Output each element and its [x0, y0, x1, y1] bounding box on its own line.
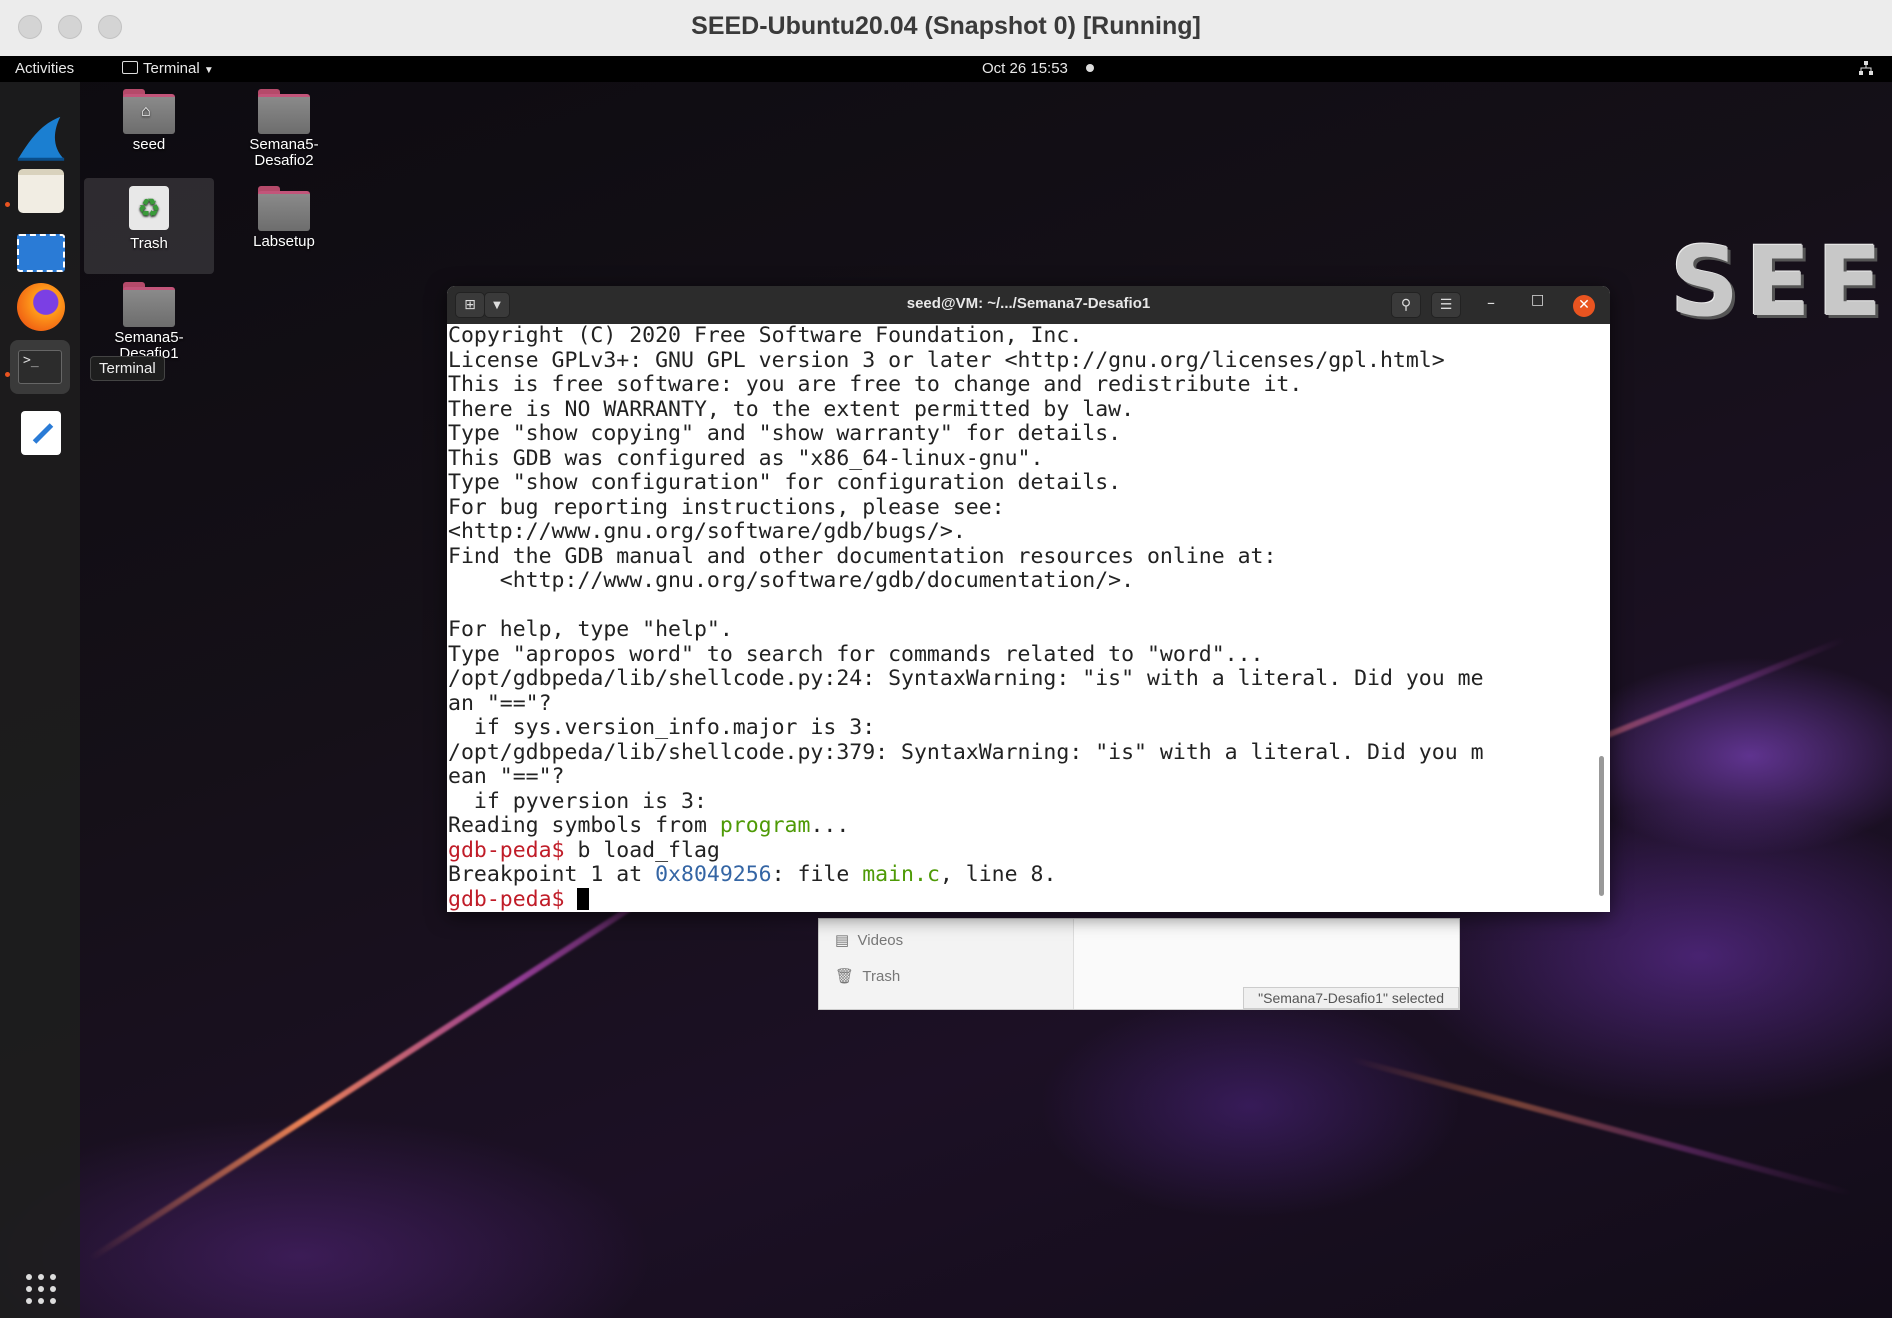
close-icon: ✕: [1578, 297, 1590, 313]
reading-symbols-line: Reading symbols from program...: [448, 813, 850, 839]
sidebar-item-trash[interactable]: 🗑 Trash: [835, 967, 900, 985]
text-cursor: [577, 887, 590, 910]
terminal-line: Find the GDB manual and other documentat…: [448, 543, 1277, 569]
grid-icon: [26, 1274, 56, 1304]
maximize-icon: □: [1531, 292, 1545, 308]
sidebar-item-videos[interactable]: ▤ Videos: [835, 931, 903, 949]
desktop-icon-label: Semana5- Desafio2: [249, 136, 319, 169]
folder-icon: [123, 282, 175, 327]
desktop-icon-semana5-desafio2[interactable]: Semana5- Desafio2: [224, 89, 344, 169]
breakpoint-line: Breakpoint 1 at 0x8049256: file main.c, …: [448, 862, 1057, 888]
activities-button[interactable]: Activities: [15, 60, 74, 77]
gdb-command: b load_flag: [564, 837, 720, 863]
files-window: ▤ Videos 🗑 Trash "Semana7-Desafio1" sele…: [818, 918, 1460, 1010]
host-window-titlebar: SEED-Ubuntu20.04 (Snapshot 0) [Running]: [0, 0, 1892, 57]
running-indicator: [5, 202, 10, 207]
hamburger-icon: ☰: [1439, 297, 1453, 313]
terminal-line: Copyright (C) 2020 Free Software Foundat…: [448, 323, 1083, 348]
terminal-line: Type "show copying" and "show warranty" …: [448, 421, 1122, 446]
gnome-top-bar: Activities Terminal ▼ Oct 26 15:53: [0, 56, 1892, 82]
close-button[interactable]: ✕: [1573, 295, 1595, 317]
line-text: , line 8.: [939, 862, 1057, 887]
line-text: : file: [771, 862, 863, 887]
sidebar-item-label: Videos: [857, 932, 904, 949]
terminal-scrollbar[interactable]: [1599, 756, 1604, 896]
desktop-icon-seed[interactable]: ⌂ seed: [89, 89, 209, 153]
text-editor-icon[interactable]: [14, 406, 68, 460]
sidebar-item-label: Trash: [862, 968, 901, 985]
line-text: Breakpoint 1 at: [448, 862, 656, 887]
dock-tooltip: Terminal: [90, 356, 165, 381]
files-sidebar: ▤ Videos 🗑 Trash: [819, 919, 1074, 1009]
terminal-line: ean "=="?: [448, 764, 565, 789]
desktop-icon-semana5-desafio1[interactable]: Semana5- Desafio1: [89, 282, 209, 362]
dock: >_: [0, 82, 80, 1318]
firefox-icon[interactable]: [14, 280, 68, 334]
terminal-line: if sys.version_info.major is 3:: [448, 715, 876, 740]
desktop-icon-label: Labsetup: [253, 233, 315, 250]
terminal-output[interactable]: Copyright (C) 2020 Free Software Foundat…: [447, 323, 1597, 913]
terminal-line: Type "show configuration" for configurat…: [448, 470, 1122, 495]
current-prompt-line[interactable]: gdb-peda$: [448, 886, 590, 913]
gdb-prompt: gdb-peda$: [448, 837, 565, 863]
terminal-line: Type "apropos word" to search for comman…: [448, 641, 1264, 667]
terminal-line: This is free software: you are free to c…: [448, 372, 1303, 397]
folder-icon: [258, 89, 310, 134]
minimize-icon: –: [1487, 293, 1495, 312]
terminal-line: an "=="?: [448, 690, 552, 716]
desktop-icon-trash[interactable]: ♻ Trash: [84, 178, 214, 274]
desktop-icon-labsetup[interactable]: Labsetup: [224, 186, 344, 250]
terminal-line: if pyversion is 3:: [448, 788, 707, 814]
maximize-button[interactable]: □: [1531, 292, 1544, 308]
host-window-title: SEED-Ubuntu20.04 (Snapshot 0) [Running]: [691, 12, 1201, 40]
chevron-down-icon: ▼: [203, 65, 214, 76]
folder-icon: [258, 186, 310, 231]
line-text: ...: [810, 813, 850, 838]
search-button[interactable]: ⚲: [1391, 292, 1421, 318]
terminal-line: For bug reporting instructions, please s…: [448, 494, 1005, 520]
app-menu[interactable]: Terminal ▼: [122, 60, 214, 77]
minimize-button[interactable]: –: [1487, 293, 1495, 312]
line-text: Reading symbols from: [448, 813, 720, 838]
clock[interactable]: Oct 26 15:53: [982, 60, 1095, 77]
network-icon[interactable]: [1858, 60, 1874, 80]
notification-dot-icon: [1086, 64, 1095, 72]
terminal-line: <http://www.gnu.org/software/gdb/bugs/>.: [448, 519, 966, 544]
desktop-icon-label: Trash: [130, 235, 168, 252]
running-indicator: [5, 372, 10, 377]
terminal-line: License GPLv3+: GNU GPL version 3 or lat…: [448, 347, 1445, 373]
command-line: gdb-peda$ b load_flag: [448, 837, 720, 864]
terminal-header-bar: ⊞ ▼ seed@VM: ~/.../Semana7-Desafio1 ⚲ ☰ …: [447, 286, 1610, 324]
trash-icon: 🗑: [835, 968, 855, 985]
seed-logo: SEED: [1670, 226, 1892, 338]
files-icon[interactable]: [14, 164, 68, 218]
trash-icon: ♻: [129, 186, 169, 230]
desktop-icon-label: seed: [132, 136, 166, 153]
terminal-line: /opt/gdbpeda/lib/shellcode.py:24: Syntax…: [448, 666, 1484, 691]
terminal-line: This GDB was configured as "x86_64-linux…: [448, 445, 1044, 471]
screenshot-icon[interactable]: [14, 226, 68, 280]
terminal-window[interactable]: ⊞ ▼ seed@VM: ~/.../Semana7-Desafio1 ⚲ ☰ …: [447, 286, 1610, 912]
app-menu-label: Terminal: [143, 60, 200, 77]
menu-button[interactable]: ☰: [1431, 292, 1461, 318]
terminal-line: For help, type "help".: [448, 617, 733, 642]
video-icon: ▤: [835, 932, 850, 949]
wallpaper-streak: [1349, 1056, 1854, 1197]
program-filename: program: [719, 813, 811, 838]
source-filename: main.c: [862, 862, 940, 887]
vm-screen: SEED Activities Terminal ▼ Oct 26 15:53: [0, 56, 1892, 1318]
terminal-line: <http://www.gnu.org/software/gdb/documen…: [448, 568, 1135, 593]
terminal-line: /opt/gdbpeda/lib/shellcode.py:379: Synta…: [448, 739, 1484, 765]
breakpoint-address: 0x8049256: [655, 862, 772, 887]
files-status-bar: "Semana7-Desafio1" selected: [1243, 987, 1459, 1009]
home-folder-icon: ⌂: [123, 89, 175, 134]
search-icon: ⚲: [1400, 297, 1412, 313]
terminal-dock-icon[interactable]: >_: [10, 340, 70, 394]
wireshark-icon[interactable]: [14, 112, 68, 166]
terminal-line: There is NO WARRANTY, to the extent perm…: [448, 396, 1135, 422]
gdb-prompt: gdb-peda$: [448, 886, 565, 912]
terminal-small-icon: [122, 61, 138, 74]
clock-label: Oct 26 15:53: [982, 60, 1068, 77]
show-apps-icon[interactable]: [14, 1262, 68, 1316]
